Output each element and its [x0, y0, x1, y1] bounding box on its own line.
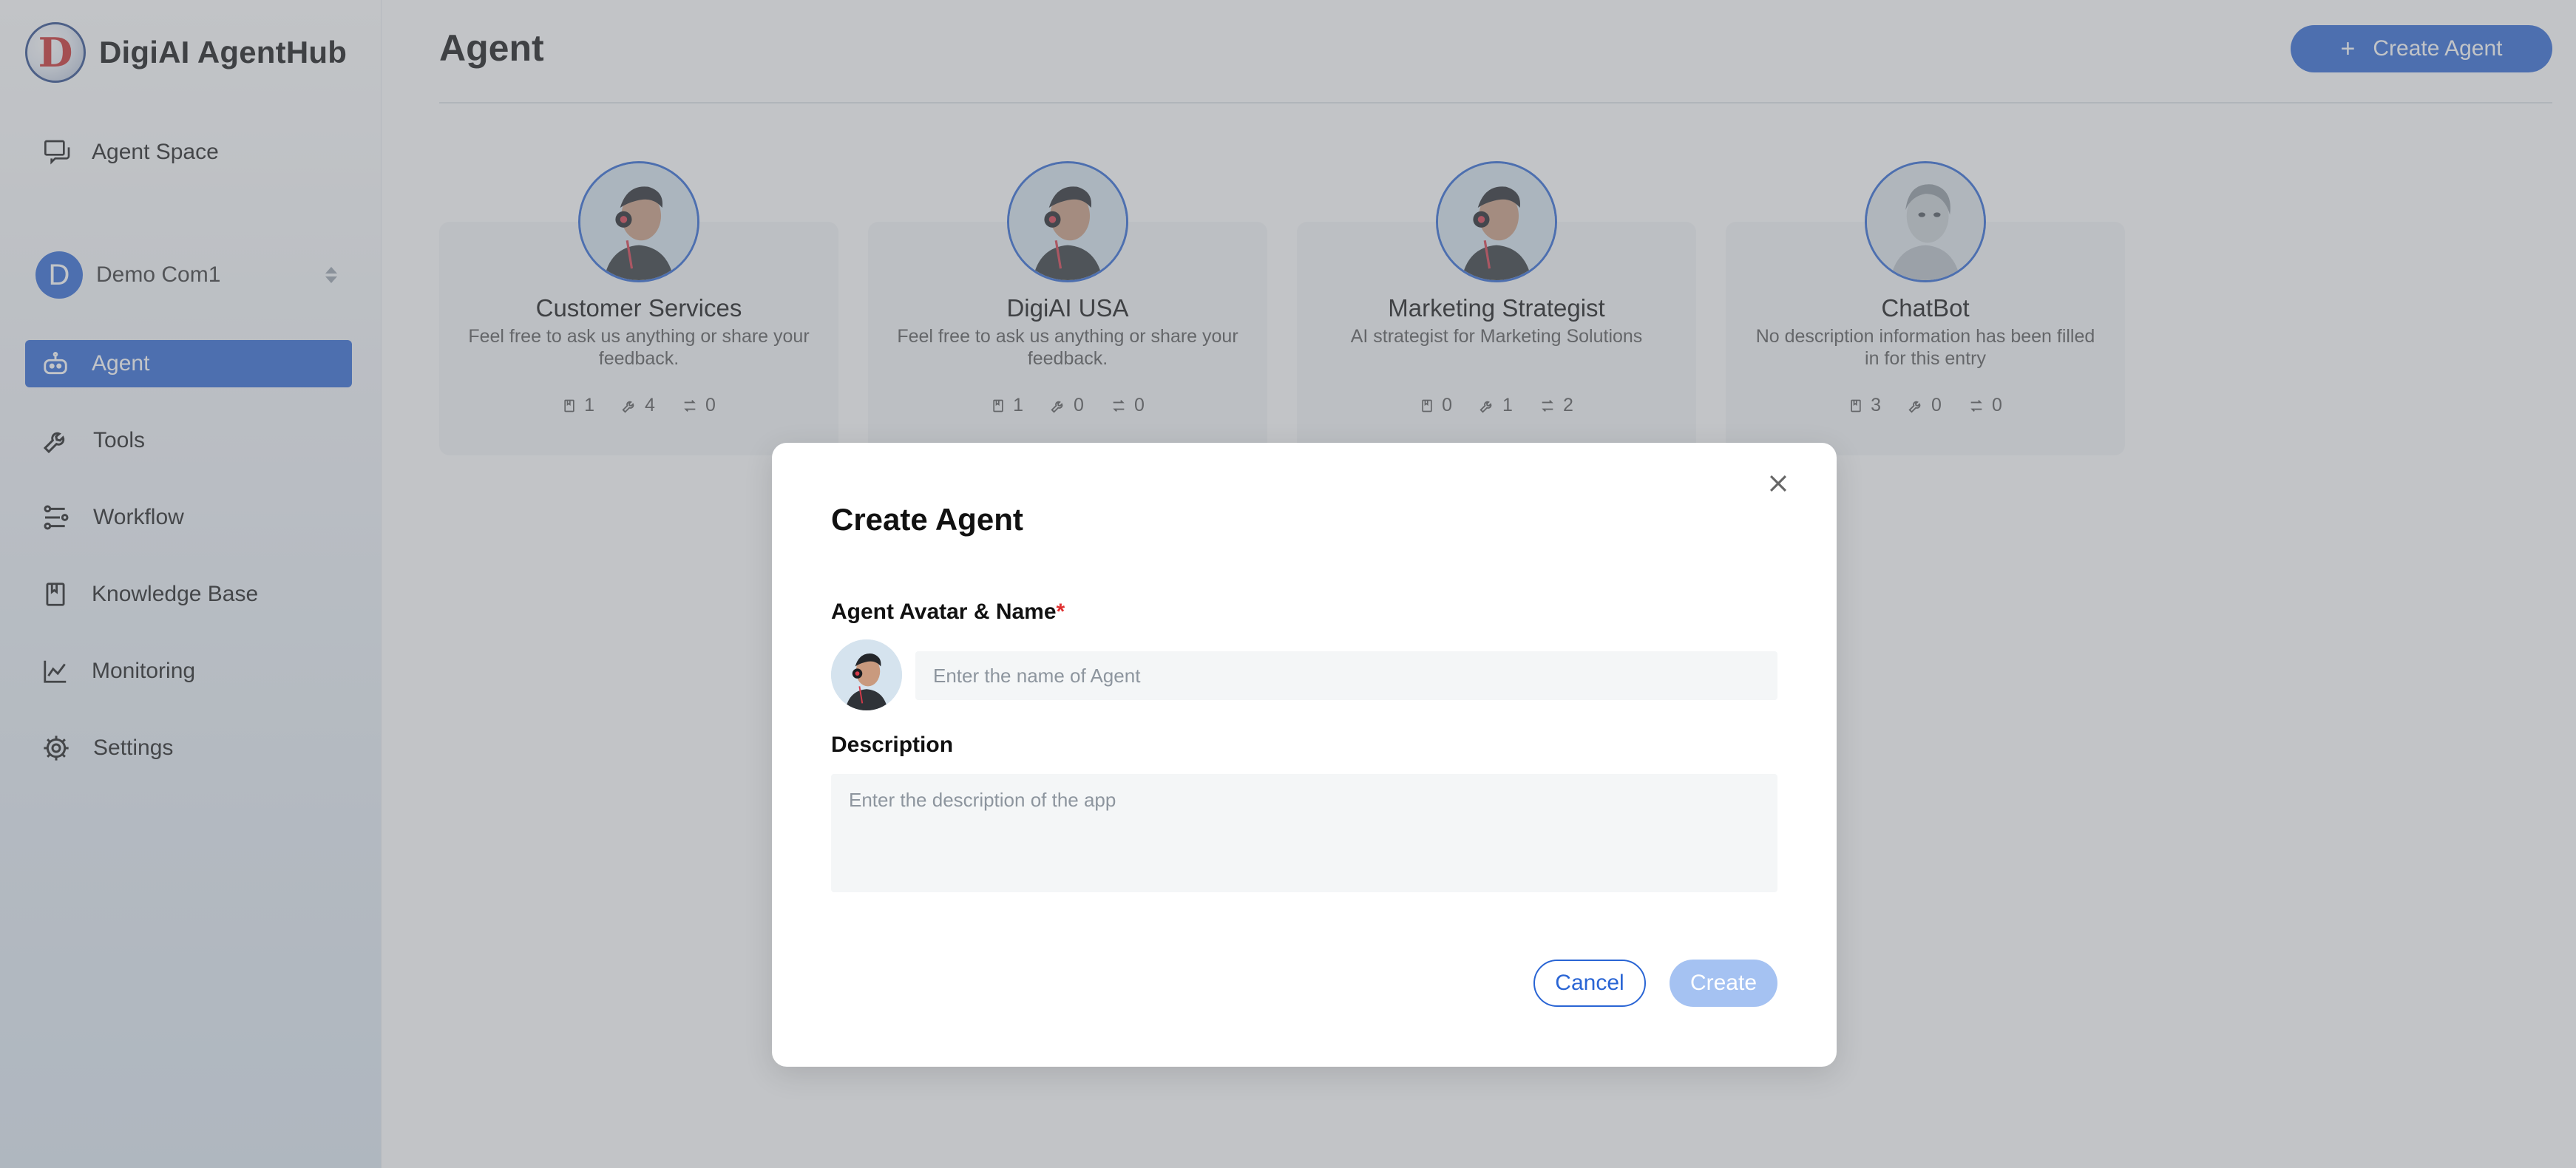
close-icon	[1769, 475, 1787, 492]
agent-avatar-picker[interactable]	[831, 639, 902, 710]
description-input[interactable]	[831, 774, 1777, 892]
agent-portrait-icon	[831, 639, 902, 710]
create-agent-modal: Create Agent Agent Avatar & Name* Descri…	[772, 443, 1837, 1067]
description-label: Description	[831, 733, 954, 757]
avatar-name-label-text: Agent Avatar & Name	[831, 600, 1057, 624]
required-mark: *	[1056, 600, 1065, 624]
cancel-button[interactable]: Cancel	[1533, 960, 1646, 1007]
create-button[interactable]: Create	[1670, 960, 1777, 1007]
agent-name-input[interactable]	[915, 651, 1777, 700]
modal-title: Create Agent	[831, 502, 1023, 537]
avatar-name-label: Agent Avatar & Name*	[831, 600, 1065, 625]
close-button[interactable]	[1766, 471, 1791, 500]
